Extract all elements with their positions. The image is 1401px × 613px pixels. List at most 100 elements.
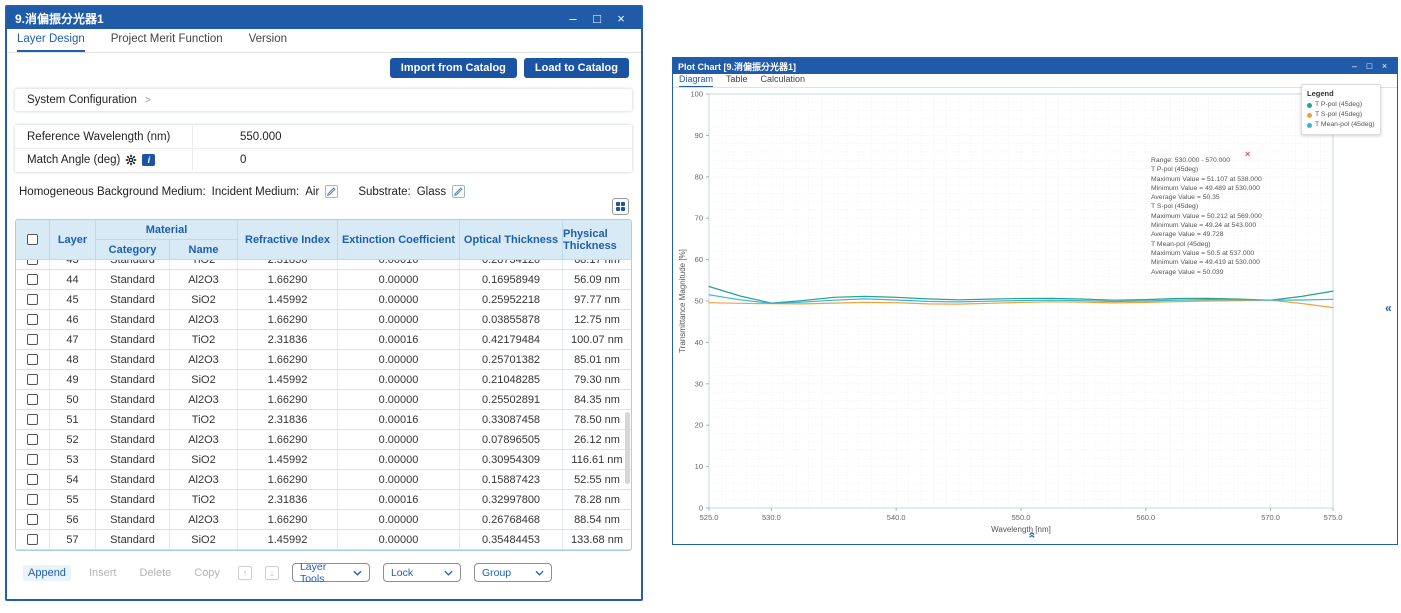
table-row[interactable]: 45 Standard SiO2 1.45992 0.00000 0.25952218 97… (16, 290, 631, 310)
y-tick-label: 70 (695, 214, 703, 223)
row-checkbox[interactable] (27, 260, 38, 265)
row-checkbox[interactable] (27, 334, 38, 345)
minimize-button[interactable]: – (561, 11, 585, 26)
row-physical-thickness: 116.61 nm (571, 453, 623, 466)
left-tab-project-merit-function[interactable]: Project Merit Function (111, 33, 223, 52)
right-tab-calculation[interactable]: Calculation (761, 74, 806, 87)
catalog-toolbar: Import from Catalog Load to Catalog (389, 58, 629, 78)
move-layer-down-button[interactable]: ↓ (264, 565, 279, 580)
minimize-button[interactable]: – (1347, 61, 1362, 71)
table-row[interactable]: 53 Standard SiO2 1.45992 0.00000 0.30954309 11… (16, 450, 631, 470)
annotation-close-icon[interactable]: × (1245, 149, 1250, 159)
header-material: Material (96, 220, 238, 240)
row-refractive-index: 1.66290 (238, 470, 338, 489)
info-icon[interactable]: i (142, 154, 156, 166)
group-dropdown[interactable]: Group (473, 563, 552, 582)
left-tab-version[interactable]: Version (249, 33, 287, 52)
edit-incident-medium-icon[interactable] (325, 185, 339, 198)
row-checkbox[interactable] (27, 494, 38, 505)
row-layer: 54 (50, 470, 96, 489)
insert-button[interactable]: Insert (84, 565, 122, 581)
append-button[interactable]: Append (23, 564, 71, 581)
table-row[interactable]: 52 Standard Al2O3 1.66290 0.00000 0.07896505 2… (16, 430, 631, 450)
row-category: Standard (96, 510, 170, 529)
table-row[interactable]: 56 Standard Al2O3 1.66290 0.00000 0.26768468 8… (16, 510, 631, 530)
row-checkbox[interactable] (27, 374, 38, 385)
row-category: Standard (96, 530, 170, 549)
row-extinction-coefficient: 0.00000 (338, 350, 460, 369)
maximize-button[interactable]: □ (1362, 61, 1377, 71)
table-row[interactable]: 54 Standard Al2O3 1.66290 0.00000 0.15887423 5… (16, 470, 631, 490)
close-button[interactable]: × (1377, 61, 1392, 71)
table-row[interactable]: 48 Standard Al2O3 1.66290 0.00000 0.25701382 8… (16, 350, 631, 370)
table-row[interactable]: 55 Standard TiO2 2.31836 0.00016 0.32997800 78… (16, 490, 631, 510)
maximize-button[interactable]: □ (585, 11, 609, 26)
select-all-checkbox[interactable] (27, 234, 38, 245)
reference-wavelength-value[interactable]: 550.000 (193, 131, 282, 143)
right-titlebar: Plot Chart [9.消偏振分光器1] – □ × (673, 58, 1397, 74)
row-physical-thickness: 78.28 nm (574, 493, 620, 506)
row-physical-thickness: 79.30 nm (574, 373, 620, 386)
load-to-catalog-button[interactable]: Load to Catalog (523, 58, 629, 78)
edit-substrate-icon[interactable] (452, 185, 466, 198)
row-material-name: Al2O3 (170, 270, 238, 289)
table-scrollbar[interactable] (625, 412, 630, 484)
row-checkbox-cell (16, 490, 50, 509)
row-refractive-index: 1.66290 (238, 510, 338, 529)
row-optical-thickness: 0.25952218 (460, 290, 563, 309)
collapse-panel-icon[interactable]: « (1385, 301, 1392, 315)
table-row[interactable]: 47 Standard TiO2 2.31836 0.00016 0.42179484 10… (16, 330, 631, 350)
gear-icon[interactable] (125, 154, 137, 166)
expand-bottom-icon[interactable]: « (1025, 532, 1039, 539)
table-row[interactable]: 50 Standard Al2O3 1.66290 0.00000 0.25502891 8… (16, 390, 631, 410)
row-layer: 55 (50, 490, 96, 509)
layer-tools-dropdown[interactable]: Layer Tools (291, 561, 370, 585)
column-settings-button[interactable] (612, 198, 629, 215)
import-from-catalog-button[interactable]: Import from Catalog (389, 58, 517, 78)
move-layer-up-button[interactable]: ↑ (237, 565, 252, 580)
annotation-line: Minimum Value = 49.24 at 543.000 (1151, 222, 1257, 230)
row-extinction-coefficient: 0.00000 (338, 430, 460, 449)
row-checkbox[interactable] (27, 534, 38, 545)
row-checkbox-cell (16, 270, 50, 289)
left-tab-layer-design[interactable]: Layer Design (17, 33, 85, 52)
row-category: Standard (96, 370, 170, 389)
system-configuration-header[interactable]: System Configuration > (15, 89, 632, 111)
delete-button[interactable]: Delete (134, 565, 176, 581)
row-layer: 56 (50, 510, 96, 529)
row-checkbox[interactable] (27, 394, 38, 405)
table-row[interactable]: 44 Standard Al2O3 1.66290 0.00000 0.16958949 5… (16, 270, 631, 290)
row-checkbox[interactable] (27, 514, 38, 525)
row-checkbox[interactable] (27, 414, 38, 425)
row-checkbox-cell (16, 530, 50, 549)
row-optical-thickness: 0.03855878 (460, 310, 563, 329)
table-row[interactable]: 46 Standard Al2O3 1.66290 0.00000 0.03855878 1… (16, 310, 631, 330)
row-refractive-index: 2.31836 (238, 330, 338, 349)
close-button[interactable]: × (609, 11, 633, 26)
table-row[interactable]: 57 Standard SiO2 1.45992 0.00000 0.35484453 13… (16, 530, 631, 550)
table-row[interactable]: 43StandardTiO22.318360.000160.2873412668… (16, 260, 631, 270)
row-checkbox[interactable] (27, 434, 38, 445)
row-checkbox[interactable] (27, 294, 38, 305)
row-checkbox[interactable] (27, 454, 38, 465)
right-tab-diagram[interactable]: Diagram (679, 74, 714, 87)
row-checkbox[interactable] (27, 354, 38, 365)
header-layer: Layer (50, 220, 96, 260)
lock-dropdown[interactable]: Lock (382, 563, 461, 582)
row-category: Standard (96, 450, 170, 469)
row-refractive-index: 1.45992 (238, 370, 338, 389)
table-row[interactable]: 49 Standard SiO2 1.45992 0.00000 0.21048285 79… (16, 370, 631, 390)
row-category: Standard (96, 260, 170, 269)
row-checkbox[interactable] (27, 474, 38, 485)
row-checkbox[interactable] (27, 314, 38, 325)
row-checkbox[interactable] (27, 274, 38, 285)
layer-table-body[interactable]: 43StandardTiO22.318360.000160.2873412668… (16, 260, 631, 550)
match-angle-value[interactable]: 0 (193, 154, 246, 166)
table-row[interactable]: 51 Standard TiO2 2.31836 0.00016 0.33087458 78… (16, 410, 631, 430)
row-material-name: Al2O3 (170, 390, 238, 409)
row-physical-thickness: 88.54 nm (574, 513, 620, 526)
row-layer: 45 (50, 290, 96, 309)
right-tab-table[interactable]: Table (726, 74, 748, 87)
chevron-down-icon (535, 570, 544, 576)
copy-button[interactable]: Copy (189, 565, 225, 581)
